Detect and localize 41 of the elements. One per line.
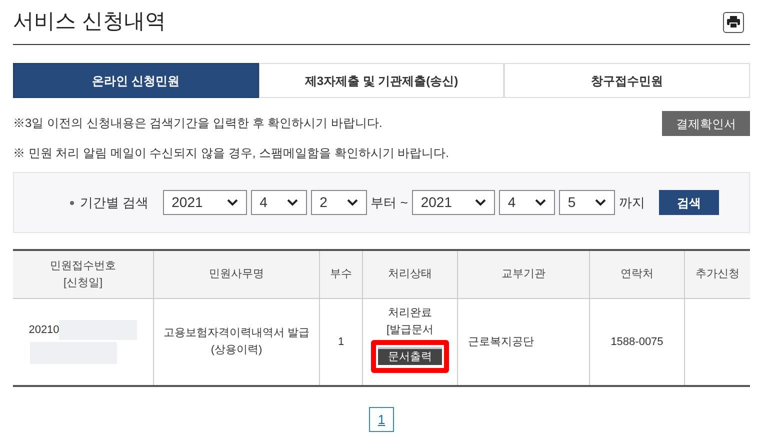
chevron-down-icon xyxy=(286,199,298,206)
chevron-down-icon xyxy=(346,199,358,206)
tab[interactable]: 제3자제출 및 기관제출(송신) xyxy=(258,63,504,98)
notice-text: ※3일 이전의 신청내용은 검색기간을 입력한 후 확인하시기 바랍니다. xyxy=(13,115,384,132)
search-button[interactable]: 검색 xyxy=(658,190,719,215)
dropdown[interactable]: 4 xyxy=(250,190,307,215)
chevron-down-icon xyxy=(226,199,238,206)
column-header: 부수 xyxy=(330,267,352,282)
dropdown[interactable]: 2021 xyxy=(162,190,247,215)
table-cell-text: 1588-0075 xyxy=(610,334,664,350)
table-cell-text: 1 xyxy=(338,334,344,350)
column-header: 교부기관 xyxy=(502,267,546,282)
dropdown[interactable]: 4 xyxy=(498,190,555,215)
column-header: 연락처 xyxy=(620,267,654,282)
status-text: 처리완료 [발급문서 xyxy=(386,306,434,338)
chevron-down-icon xyxy=(474,199,486,206)
to-label: 까지 xyxy=(618,194,645,212)
column-header: 민원사무명 xyxy=(209,267,264,282)
table-cell-text: 고용보험자격이력내역서 발급(상용이력) xyxy=(162,326,311,358)
from-label: 부터 ~ xyxy=(370,194,408,212)
notice-text: ※ 민원 처리 알림 메일이 수신되지 않을 경우, 스팸메일함을 확인하시기 바랍니다. xyxy=(13,145,450,162)
receipt-button[interactable]: 결제확인서 xyxy=(662,111,750,136)
tab[interactable]: 창구접수민원 xyxy=(504,63,750,98)
dropdown[interactable]: 2021 xyxy=(412,190,495,215)
print-button[interactable] xyxy=(723,12,744,32)
column-header: 처리상태 xyxy=(388,267,432,282)
chevron-down-icon xyxy=(534,199,546,206)
dropdown[interactable]: 2 xyxy=(310,190,367,215)
search-label: 기간별 검색 xyxy=(80,194,149,212)
table-cell-text: 20210 xyxy=(28,322,60,338)
printer-icon xyxy=(727,16,740,28)
chevron-down-icon xyxy=(594,199,606,206)
page-button[interactable]: 1 xyxy=(369,407,394,432)
dropdown[interactable]: 5 xyxy=(558,190,615,215)
column-header: 민원접수번호 [신청일] xyxy=(50,258,116,290)
table-cell-text: 근로복지공단 xyxy=(468,334,534,350)
bullet-icon xyxy=(70,200,74,204)
tab[interactable]: 온라인 신청민원 xyxy=(13,63,259,98)
page-title: 서비스 신청내역 xyxy=(13,9,166,36)
print-document-button[interactable]: 문서출력 xyxy=(378,347,442,365)
column-header: 추가신청 xyxy=(696,267,740,282)
